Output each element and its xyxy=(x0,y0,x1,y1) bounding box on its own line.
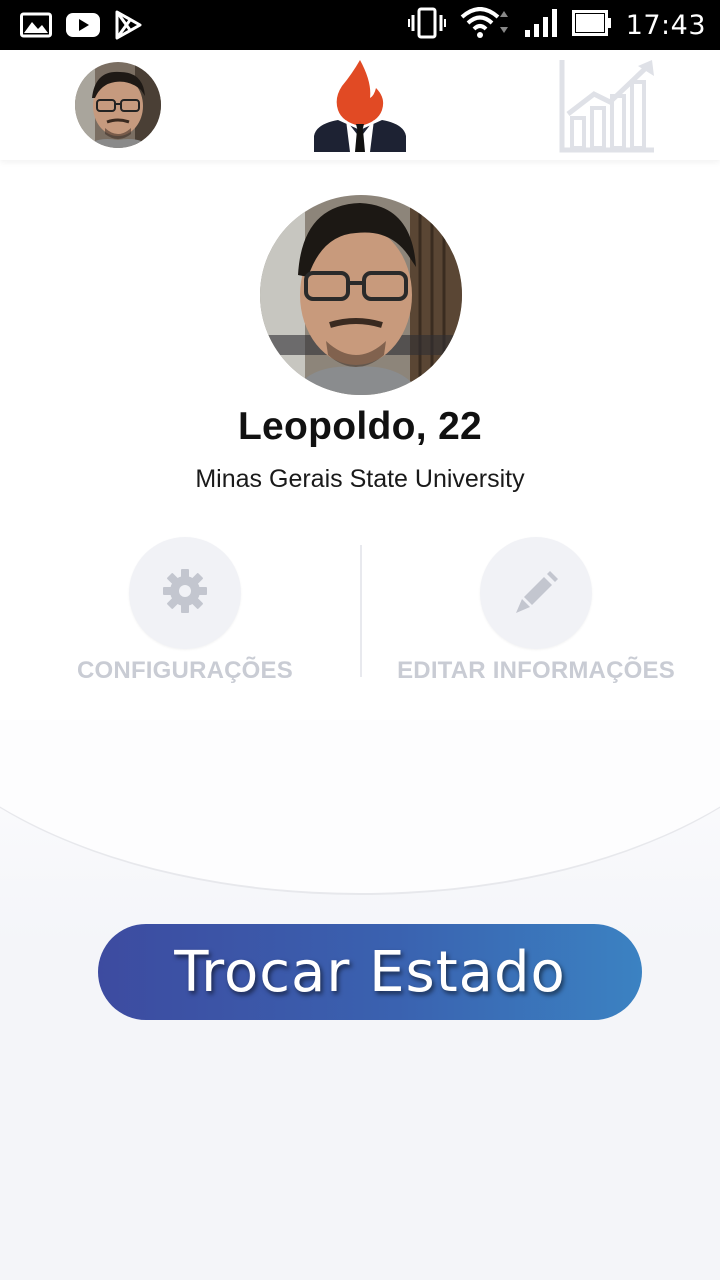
youtube-icon xyxy=(66,12,100,43)
change-state-button[interactable]: Trocar Estado xyxy=(98,924,642,1020)
top-navigation xyxy=(0,50,720,160)
battery-icon xyxy=(571,9,612,41)
profile-avatar[interactable] xyxy=(75,62,161,148)
profile-card: Leopoldo, 22 Minas Gerais State Universi… xyxy=(0,160,720,720)
clock: 17:43 xyxy=(625,9,706,41)
gallery-icon xyxy=(20,12,52,43)
system-icons: 17:43 xyxy=(407,6,706,44)
settings-button[interactable] xyxy=(129,537,241,649)
signal-icon xyxy=(524,8,558,43)
action-divider xyxy=(360,545,362,677)
app-logo[interactable] xyxy=(312,58,408,152)
pencil-icon xyxy=(512,567,560,620)
wifi-icon xyxy=(460,6,510,44)
curve-divider xyxy=(0,720,720,895)
profile-photo[interactable] xyxy=(260,195,462,395)
vibrate-icon xyxy=(407,7,446,44)
change-state-label: Trocar Estado xyxy=(174,939,566,1005)
profile-name: Leopoldo, 22 xyxy=(237,405,483,448)
status-bar: 17:43 xyxy=(0,0,720,50)
stats-chart-icon[interactable] xyxy=(558,56,658,154)
edit-info-label[interactable]: EDITAR INFORMAÇÕES xyxy=(374,657,698,685)
gear-icon xyxy=(161,567,209,620)
play-store-icon xyxy=(114,10,142,45)
edit-info-button[interactable] xyxy=(480,537,592,649)
notification-icons xyxy=(20,10,142,45)
settings-label[interactable]: CONFIGURAÇÕES xyxy=(0,657,370,685)
profile-school: Minas Gerais State University xyxy=(195,465,525,493)
